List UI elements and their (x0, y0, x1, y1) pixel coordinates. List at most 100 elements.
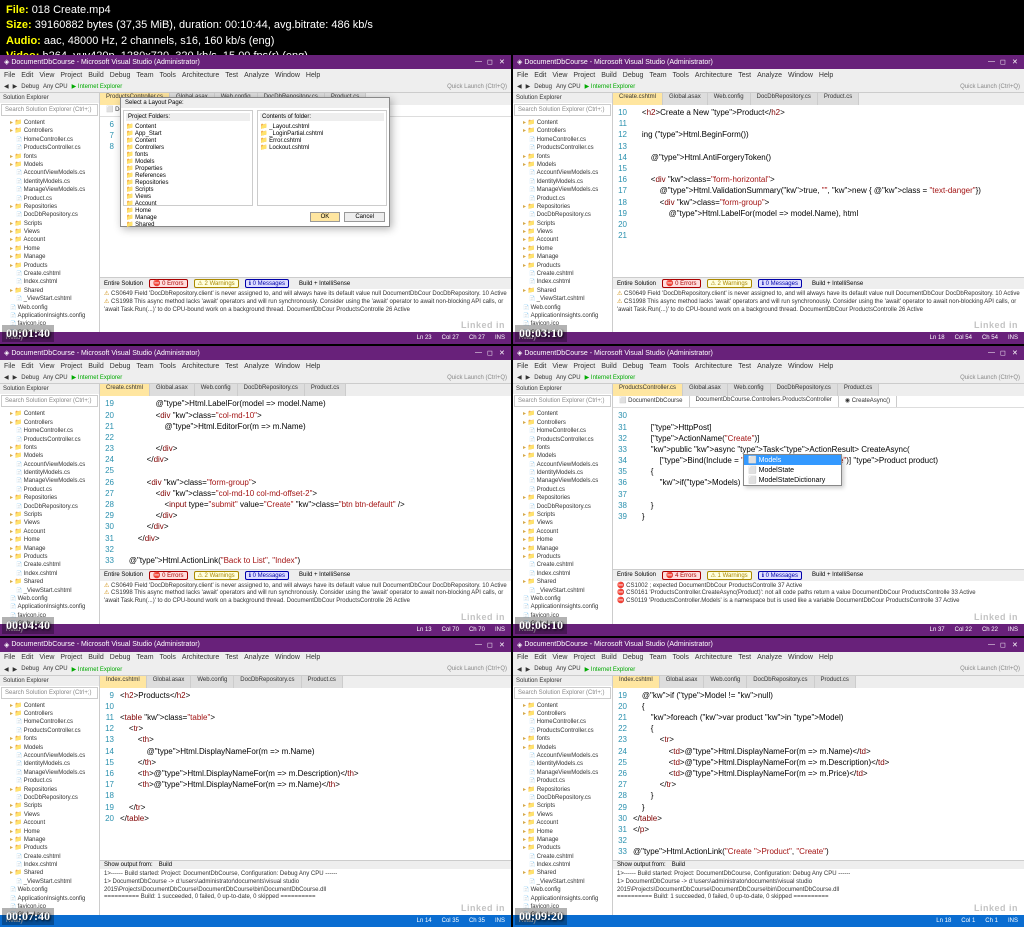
tab[interactable]: Web.config (195, 384, 238, 396)
tab[interactable]: Web.config (728, 384, 771, 396)
tree-item[interactable]: _ViewStart.cshtml (515, 878, 610, 886)
tab[interactable]: Global.asax (683, 384, 728, 396)
tree-item[interactable]: HomeController.cs (515, 718, 610, 726)
menu-file[interactable]: File (4, 363, 15, 370)
code-editor[interactable]: 192021222324252627282930313233 @"type">H… (100, 396, 511, 568)
menu-test[interactable]: Test (738, 72, 751, 79)
nav-back-icon[interactable]: ◀ (4, 83, 9, 90)
tree-item[interactable]: Content (515, 410, 610, 418)
menu-architecture[interactable]: Architecture (695, 363, 732, 370)
menu-tools[interactable]: Tools (160, 363, 176, 370)
nav-back-icon[interactable]: ◀ (517, 83, 522, 90)
menu-window[interactable]: Window (275, 72, 300, 79)
menu-architecture[interactable]: Architecture (695, 72, 732, 79)
warning-badge[interactable]: ⚠ 2 Warnings (194, 279, 239, 288)
tree-item[interactable]: Manage (2, 545, 97, 553)
minimize-icon[interactable]: — (475, 349, 483, 357)
folder-item[interactable]: Repositories (126, 179, 250, 186)
intellisense-item[interactable]: ⬜ ModelStateDictionary (744, 475, 841, 485)
tab[interactable]: Web.config (704, 676, 747, 688)
tree-item[interactable]: Products (515, 844, 610, 852)
close-icon[interactable]: ✕ (1012, 641, 1020, 649)
tree-item[interactable]: Account (2, 236, 97, 244)
tree-item[interactable]: Shared (515, 578, 610, 586)
tab[interactable]: DocDbRepository.cs (751, 93, 818, 105)
tree-item[interactable]: IdentityModels.cs (2, 469, 97, 477)
folder-item[interactable]: Content (126, 137, 250, 144)
tree-item[interactable]: Views (2, 519, 97, 527)
menu-tools[interactable]: Tools (673, 363, 689, 370)
solution-explorer[interactable]: Solution Explorer Search Solution Explor… (0, 384, 100, 623)
menu-window[interactable]: Window (788, 72, 813, 79)
tree-item[interactable]: Scripts (2, 220, 97, 228)
nav-back-icon[interactable]: ◀ (4, 374, 9, 381)
menu-analyze[interactable]: Analyze (244, 654, 269, 661)
message-badge[interactable]: ℹ 0 Messages (245, 571, 289, 580)
intellisense-item[interactable]: ⬜ Models (744, 455, 841, 465)
menu-test[interactable]: Test (738, 654, 751, 661)
tree-item[interactable]: Web.config (515, 886, 610, 894)
quick-launch[interactable]: Quick Launch (Ctrl+Q) (447, 84, 507, 90)
menu-window[interactable]: Window (275, 363, 300, 370)
menu-architecture[interactable]: Architecture (695, 654, 732, 661)
search-input[interactable]: Search Solution Explorer (Ctrl+;) (1, 104, 98, 116)
menu-window[interactable]: Window (788, 654, 813, 661)
menu-debug[interactable]: Debug (623, 654, 644, 661)
tree-item[interactable]: Index.cshtml (515, 861, 610, 869)
nav-back-icon[interactable]: ◀ (517, 374, 522, 381)
menu-edit[interactable]: Edit (534, 72, 546, 79)
folder-item[interactable]: App_Start (126, 130, 250, 137)
search-input[interactable]: Search Solution Explorer (Ctrl+;) (514, 395, 611, 407)
main-menu[interactable]: FileEditViewProjectBuildDebugTeamToolsAr… (513, 69, 1024, 81)
tree-item[interactable]: _ViewStart.cshtml (2, 295, 97, 303)
solution-explorer[interactable]: Solution Explorer Search Solution Explor… (513, 676, 613, 915)
minimize-icon[interactable]: — (988, 58, 996, 66)
tree-item[interactable]: Models (2, 452, 97, 460)
file-item[interactable]: _LoginPartial.cshtml (260, 130, 384, 137)
folder-item[interactable]: Manage (126, 214, 250, 221)
tab[interactable]: Web.config (708, 93, 751, 105)
tree-item[interactable]: fonts (515, 444, 610, 452)
folder-item[interactable]: Content (126, 123, 250, 130)
tree-item[interactable]: DocDbRepository.cs (2, 503, 97, 511)
warning-badge[interactable]: ⚠ 1 Warnings (707, 571, 752, 580)
close-icon[interactable]: ✕ (1012, 58, 1020, 66)
tree-item[interactable]: ManageViewModels.cs (515, 186, 610, 194)
menu-build[interactable]: Build (88, 363, 104, 370)
menu-test[interactable]: Test (738, 363, 751, 370)
message-badge[interactable]: ℹ 0 Messages (245, 279, 289, 288)
maximize-icon[interactable]: ◻ (487, 58, 495, 66)
menu-file[interactable]: File (517, 654, 528, 661)
menu-edit[interactable]: Edit (534, 363, 546, 370)
tree-item[interactable]: Products (2, 553, 97, 561)
menu-analyze[interactable]: Analyze (244, 72, 269, 79)
maximize-icon[interactable]: ◻ (487, 349, 495, 357)
tree-item[interactable]: ProductsController.cs (2, 144, 97, 152)
main-menu[interactable]: FileEditViewProjectBuildDebugTeamToolsAr… (0, 652, 511, 664)
toolbar[interactable]: ◀▶ DebugAny CPU ▶ Internet Explorer Quic… (0, 664, 511, 676)
tab[interactable]: Product.cs (302, 676, 343, 688)
main-menu[interactable]: FileEditViewProjectBuildDebugTeamToolsAr… (513, 360, 1024, 372)
menu-debug[interactable]: Debug (623, 363, 644, 370)
tab[interactable]: Web.config (191, 676, 234, 688)
tab[interactable]: Product.cs (818, 93, 859, 105)
menu-edit[interactable]: Edit (534, 654, 546, 661)
code-editor[interactable]: 192021222324252627282930313233 @"kw">if … (613, 688, 1024, 860)
menu-project[interactable]: Project (60, 363, 82, 370)
nav-fwd-icon[interactable]: ▶ (13, 83, 18, 90)
menu-view[interactable]: View (552, 363, 567, 370)
editor-tabs[interactable]: Create.cshtml Global.asax Web.config Doc… (613, 93, 1024, 105)
tree-item[interactable]: Views (515, 519, 610, 527)
tree-item[interactable]: Manage (515, 836, 610, 844)
menu-file[interactable]: File (517, 72, 528, 79)
run-button[interactable]: ▶ Internet Explorer (72, 374, 123, 381)
folder-item[interactable]: Shared (126, 221, 250, 228)
editor-tabs[interactable]: Index.cshtml Global.asax Web.config DocD… (613, 676, 1024, 688)
search-input[interactable]: Search Solution Explorer (Ctrl+;) (514, 104, 611, 116)
tree-item[interactable]: fonts (515, 735, 610, 743)
folder-item[interactable]: Properties (126, 165, 250, 172)
tree-item[interactable]: IdentityModels.cs (515, 760, 610, 768)
menu-tools[interactable]: Tools (673, 654, 689, 661)
main-menu[interactable]: FileEditViewProjectBuildDebugTeamToolsAr… (0, 69, 511, 81)
quick-launch[interactable]: Quick Launch (Ctrl+Q) (447, 375, 507, 381)
